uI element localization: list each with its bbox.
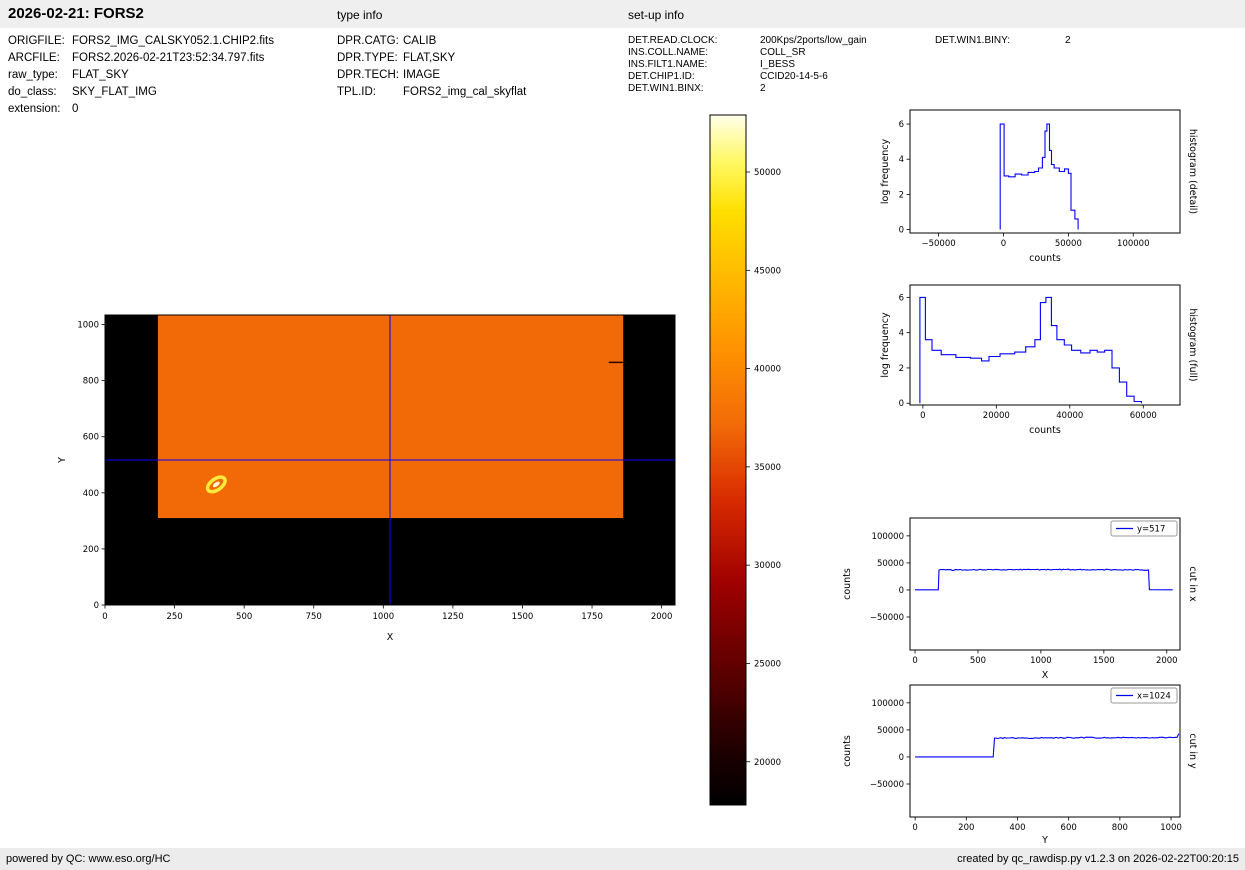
- svg-text:1500: 1500: [512, 612, 534, 622]
- svg-text:1500: 1500: [1093, 656, 1115, 666]
- svg-text:25000: 25000: [754, 659, 781, 669]
- svg-text:600: 600: [1061, 823, 1077, 833]
- title-bar: 2026-02-21: FORS2 type info set-up info: [0, 0, 1245, 28]
- svg-text:0: 0: [1001, 239, 1006, 249]
- svg-text:counts: counts: [842, 568, 853, 600]
- svg-text:log frequency: log frequency: [880, 312, 891, 378]
- svg-text:35000: 35000: [754, 463, 781, 473]
- cut-in-y-plot: 0 200 400 600 800 1000 −50000 0 50000 100000 Ycoun…: [830, 675, 1225, 847]
- svg-text:50000: 50000: [877, 726, 904, 736]
- svg-text:250: 250: [166, 612, 182, 622]
- svg-text:0: 0: [102, 612, 107, 622]
- svg-text:0: 0: [912, 656, 917, 666]
- svg-text:Y: Y: [57, 457, 68, 464]
- svg-text:1000: 1000: [1160, 823, 1182, 833]
- svg-text:6: 6: [899, 120, 904, 130]
- svg-text:Y: Y: [1041, 835, 1048, 846]
- svg-text:x=1024: x=1024: [1137, 692, 1171, 702]
- svg-text:histogram (detail): histogram (detail): [1187, 129, 1198, 214]
- type-info-heading: type info: [337, 8, 382, 22]
- svg-text:750: 750: [306, 612, 322, 622]
- svg-text:50000: 50000: [877, 559, 904, 569]
- colorbar-gradient: [710, 115, 746, 805]
- svg-text:500: 500: [236, 612, 252, 622]
- svg-text:X: X: [387, 632, 394, 643]
- svg-text:400: 400: [83, 489, 99, 499]
- svg-text:−50000: −50000: [921, 239, 955, 249]
- svg-text:log frequency: log frequency: [880, 139, 891, 205]
- svg-text:20000: 20000: [754, 758, 781, 768]
- svg-text:50000: 50000: [754, 168, 781, 178]
- svg-text:0: 0: [920, 411, 925, 421]
- svg-text:2: 2: [899, 190, 904, 200]
- svg-text:counts: counts: [842, 735, 853, 767]
- svg-text:2000: 2000: [651, 612, 673, 622]
- svg-text:counts: counts: [1029, 253, 1061, 264]
- histogram-full-plot: 0 20000 40000 60000 0 2 4 6 counts log frequency h…: [830, 275, 1225, 450]
- svg-text:1000: 1000: [373, 612, 395, 622]
- svg-text:0: 0: [94, 601, 99, 611]
- svg-text:800: 800: [1112, 823, 1128, 833]
- svg-text:500: 500: [970, 656, 986, 666]
- svg-text:4: 4: [899, 329, 904, 339]
- colorbar: 20000 25000 30000 35000 40000 45000 50000: [705, 110, 815, 813]
- svg-text:4: 4: [899, 155, 904, 165]
- svg-text:6: 6: [899, 293, 904, 303]
- svg-text:100000: 100000: [872, 699, 904, 709]
- svg-text:0: 0: [899, 399, 904, 409]
- svg-text:400: 400: [1009, 823, 1025, 833]
- svg-text:600: 600: [83, 433, 99, 443]
- footer-left-text: powered by QC: www.eso.org/HC: [6, 853, 170, 865]
- svg-text:0: 0: [899, 225, 904, 235]
- svg-text:1250: 1250: [442, 612, 464, 622]
- svg-text:200: 200: [83, 545, 99, 555]
- cut-in-x-plot: 0500100015002000−50000050000100000Xcount…: [830, 508, 1225, 682]
- svg-text:2000: 2000: [1156, 656, 1178, 666]
- svg-text:60000: 60000: [1130, 411, 1157, 421]
- figure-area: 0250500750100012501500175020000200400600…: [0, 28, 1245, 848]
- legend: y=517: [1111, 521, 1177, 536]
- footer-bar: powered by QC: www.eso.org/HC created by…: [0, 848, 1245, 870]
- main-image-plot: 0 250 500 750 1000 1250 1500 1750 2000 0 200 400 600…: [40, 300, 705, 655]
- svg-text:50000: 50000: [1055, 239, 1082, 249]
- setup-info-heading: set-up info: [628, 8, 684, 22]
- footer-right-text: created by qc_rawdisp.py v1.2.3 on 2026-…: [957, 853, 1239, 865]
- svg-text:40000: 40000: [754, 365, 781, 375]
- svg-text:histogram (full): histogram (full): [1187, 308, 1198, 381]
- illuminated-region: [158, 315, 623, 518]
- histogram-detail-plot: −50000 0 50000 100000 0 2 4 6 counts log frequenc…: [830, 100, 1225, 278]
- svg-text:−50000: −50000: [870, 780, 904, 790]
- svg-text:20000: 20000: [983, 411, 1010, 421]
- svg-text:−50000: −50000: [870, 613, 904, 623]
- svg-text:0: 0: [899, 753, 904, 763]
- svg-text:counts: counts: [1029, 425, 1061, 436]
- svg-text:0: 0: [899, 586, 904, 596]
- svg-text:y=517: y=517: [1137, 525, 1165, 535]
- svg-text:200: 200: [958, 823, 974, 833]
- svg-text:100000: 100000: [872, 532, 904, 542]
- svg-text:1000: 1000: [1030, 656, 1052, 666]
- svg-text:2: 2: [899, 364, 904, 374]
- svg-text:45000: 45000: [754, 266, 781, 276]
- svg-text:100000: 100000: [1117, 239, 1149, 249]
- svg-text:1000: 1000: [77, 321, 99, 331]
- page-title: 2026-02-21: FORS2: [8, 5, 144, 22]
- svg-text:800: 800: [83, 377, 99, 387]
- svg-text:1750: 1750: [581, 612, 603, 622]
- svg-text:0: 0: [912, 823, 917, 833]
- legend: x=1024: [1111, 688, 1177, 703]
- svg-text:cut in y: cut in y: [1187, 733, 1198, 769]
- svg-text:30000: 30000: [754, 561, 781, 571]
- svg-text:cut in x: cut in x: [1187, 566, 1198, 602]
- svg-text:40000: 40000: [1056, 411, 1083, 421]
